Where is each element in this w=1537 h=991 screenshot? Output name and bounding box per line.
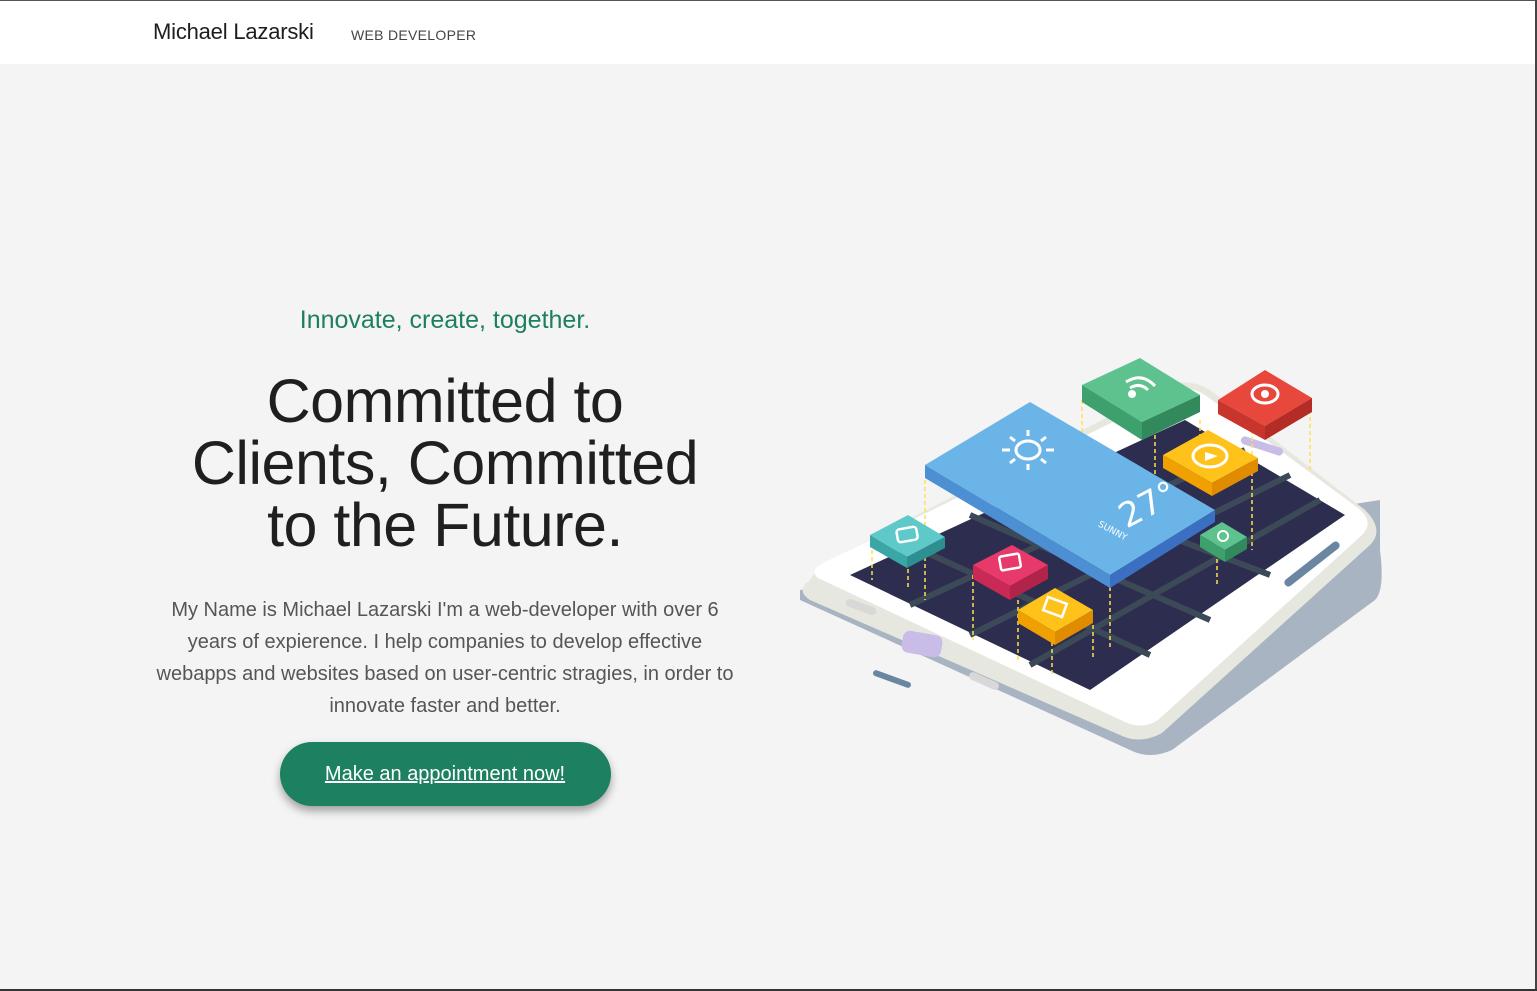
site-header: Michael Lazarski WEB DEVELOPER [0, 1, 1537, 64]
volume-button [873, 670, 911, 688]
brand-subtitle: WEB DEVELOPER [351, 27, 477, 43]
hero-text-block: Innovate, create, together. Committed to… [145, 300, 745, 806]
hero-headline-line-1: Committed to [266, 367, 624, 435]
appointment-button[interactable]: Make an appointment now! [279, 742, 611, 806]
hero-intro: My Name is Michael Lazarski I'm a web-de… [156, 599, 734, 717]
hero-headline-line-2: Clients, Committed [191, 429, 699, 497]
brand-name[interactable]: Michael Lazarski [153, 19, 314, 45]
hero-headline: Committed to Clients, Committed to the F… [145, 370, 745, 556]
phone-illustration: 27° SUNNY [800, 358, 1382, 755]
hero-headline-line-3: to the Future. [267, 491, 623, 559]
hero-tagline: Innovate, create, together. [299, 306, 591, 334]
